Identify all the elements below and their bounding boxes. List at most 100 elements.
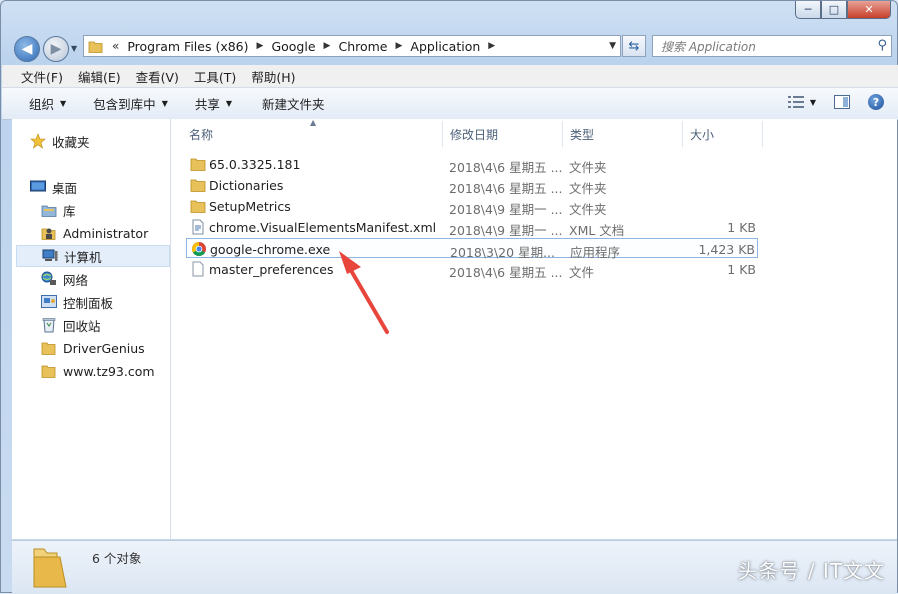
user-folder-icon bbox=[41, 225, 57, 241]
window-controls: ─ □ ✕ bbox=[795, 1, 891, 19]
organize-label: 组织 bbox=[29, 97, 55, 112]
back-button[interactable]: ◀ bbox=[14, 36, 40, 62]
nav-control-panel[interactable]: 控制面板 bbox=[41, 291, 170, 313]
menu-edit[interactable]: 编辑(E) bbox=[70, 67, 128, 86]
maximize-button[interactable]: □ bbox=[821, 1, 847, 19]
table-row[interactable]: master_preferences 2018\4\6 星期五 ... 文件 1… bbox=[186, 259, 758, 280]
file-name: master_preferences bbox=[209, 262, 334, 277]
table-row[interactable]: Dictionaries 2018\4\6 星期五 ... 文件夹 bbox=[186, 175, 758, 196]
nav-drivergenius[interactable]: DriverGenius bbox=[41, 337, 170, 359]
search-box[interactable]: ⚲ bbox=[652, 35, 892, 57]
file-list: ▲ 名称 修改日期 类型 大小 65.0.3325.181 2018\4\6 星… bbox=[171, 118, 897, 539]
details-view-icon bbox=[787, 96, 804, 108]
nav-label: DriverGenius bbox=[63, 340, 145, 356]
chevron-right-icon[interactable]: ▶ bbox=[257, 41, 264, 51]
table-row[interactable]: SetupMetrics 2018\4\9 星期一 ... 文件夹 bbox=[186, 196, 758, 217]
table-row[interactable]: 65.0.3325.181 2018\4\6 星期五 ... 文件夹 bbox=[186, 154, 758, 175]
breadcrumb-google[interactable]: Google bbox=[271, 39, 315, 54]
watermark: 头条号 / IT文文 bbox=[737, 559, 885, 583]
sort-ascending-icon: ▲ bbox=[310, 118, 317, 127]
chevron-right-icon[interactable]: ▶ bbox=[396, 41, 403, 51]
column-divider[interactable] bbox=[442, 121, 443, 147]
nav-administrator[interactable]: Administrator bbox=[41, 222, 170, 244]
file-date: 2018\4\6 星期五 ... bbox=[449, 181, 563, 196]
file-name: 65.0.3325.181 bbox=[209, 157, 301, 172]
breadcrumb-program-files[interactable]: Program Files (x86) bbox=[127, 39, 248, 54]
chevron-right-icon[interactable]: ▶ bbox=[324, 41, 331, 51]
nav-computer[interactable]: 计算机 bbox=[16, 245, 170, 267]
nav-tz93[interactable]: www.tz93.com bbox=[41, 360, 170, 382]
share-button[interactable]: 共享 ▼ bbox=[195, 94, 232, 113]
close-button[interactable]: ✕ bbox=[847, 1, 891, 19]
star-icon bbox=[30, 133, 46, 149]
file-name: chrome.VisualElementsManifest.xml bbox=[209, 220, 437, 235]
nav-desktop[interactable]: 桌面 bbox=[30, 176, 170, 198]
menu-view[interactable]: 查看(V) bbox=[128, 67, 186, 86]
table-row-selected[interactable]: google-chrome.exe 2018\3\20 星期... 应用程序 1… bbox=[186, 238, 758, 260]
folder-icon bbox=[190, 158, 206, 171]
file-size: 1 KB bbox=[727, 220, 756, 235]
refresh-button[interactable]: ⇆ bbox=[622, 35, 646, 57]
nav-label: www.tz93.com bbox=[63, 363, 155, 379]
address-bar[interactable]: « Program Files (x86) ▶ Google ▶ Chrome … bbox=[83, 35, 621, 57]
caret-down-icon: ▼ bbox=[161, 99, 168, 108]
column-type[interactable]: 类型 bbox=[570, 126, 594, 143]
search-icon[interactable]: ⚲ bbox=[877, 38, 887, 53]
nav-favorites[interactable]: 收藏夹 bbox=[30, 130, 170, 152]
breadcrumb: « Program Files (x86) ▶ Google ▶ Chrome … bbox=[104, 39, 503, 54]
breadcrumb-application[interactable]: Application bbox=[410, 39, 480, 54]
menu-help[interactable]: 帮助(H) bbox=[243, 67, 302, 86]
nav-label: 回收站 bbox=[63, 318, 101, 334]
caret-down-icon: ▼ bbox=[225, 99, 233, 108]
menu-file[interactable]: 文件(F) bbox=[2, 67, 70, 86]
file-name: Dictionaries bbox=[209, 178, 284, 193]
new-folder-button[interactable]: 新建文件夹 bbox=[262, 94, 325, 113]
address-history-dropdown[interactable]: ▼ bbox=[609, 41, 616, 51]
nav-network[interactable]: 网络 bbox=[41, 268, 170, 290]
column-size[interactable]: 大小 bbox=[690, 126, 714, 143]
forward-button[interactable]: ▶ bbox=[43, 36, 69, 62]
arrow-left-icon: ◀ bbox=[21, 41, 33, 57]
chevron-right-icon[interactable]: ▶ bbox=[488, 41, 495, 51]
computer-icon bbox=[42, 248, 58, 264]
breadcrumb-chrome[interactable]: Chrome bbox=[338, 39, 387, 54]
file-date: 2018\4\6 星期五 ... bbox=[449, 265, 563, 280]
network-icon bbox=[41, 271, 57, 287]
chrome-icon bbox=[192, 242, 206, 256]
new-folder-label: 新建文件夹 bbox=[262, 97, 325, 112]
organize-button[interactable]: 组织 ▼ bbox=[29, 94, 66, 113]
menu-tools[interactable]: 工具(T) bbox=[186, 67, 243, 86]
arrow-right-icon: ▶ bbox=[50, 41, 62, 57]
file-type: 文件 bbox=[569, 265, 595, 280]
caret-down-icon: ▼ bbox=[60, 99, 67, 108]
file-date: 2018\4\9 星期一 ... bbox=[449, 223, 563, 238]
nav-library[interactable]: 库 bbox=[41, 199, 170, 221]
nav-label: 桌面 bbox=[52, 180, 78, 196]
help-button[interactable]: ? bbox=[868, 94, 884, 110]
search-input[interactable] bbox=[659, 37, 863, 57]
file-date: 2018\4\9 星期一 ... bbox=[449, 202, 563, 217]
include-label: 包含到库中 bbox=[93, 97, 156, 112]
navigation-pane: 收藏夹 桌面 库 Administrator 计算机 网络 控制面板 回收站 D… bbox=[12, 119, 171, 539]
file-name: SetupMetrics bbox=[209, 199, 291, 214]
minimize-button[interactable]: ─ bbox=[795, 1, 821, 19]
table-row[interactable]: chrome.VisualElementsManifest.xml 2018\4… bbox=[186, 217, 758, 238]
file-type: 文件夹 bbox=[569, 181, 607, 196]
desktop-icon bbox=[30, 179, 46, 195]
preview-pane-button[interactable] bbox=[834, 95, 850, 109]
control-panel-icon bbox=[41, 294, 57, 310]
change-view-button[interactable]: ▼ bbox=[787, 96, 816, 108]
column-divider[interactable] bbox=[682, 121, 683, 147]
breadcrumb-overflow[interactable]: « bbox=[112, 39, 119, 53]
column-name[interactable]: 名称 bbox=[189, 126, 213, 143]
command-bar: 组织 ▼ 包含到库中 ▼ 共享 ▼ 新建文件夹 ▼ ? bbox=[2, 88, 898, 120]
xml-file-icon bbox=[192, 219, 204, 235]
column-divider[interactable] bbox=[762, 121, 763, 147]
nav-recycle-bin[interactable]: 回收站 bbox=[41, 314, 170, 336]
recent-pages-dropdown[interactable]: ▼ bbox=[71, 44, 77, 53]
column-date[interactable]: 修改日期 bbox=[450, 126, 498, 143]
include-in-library-button[interactable]: 包含到库中 ▼ bbox=[93, 94, 168, 113]
share-label: 共享 bbox=[194, 97, 220, 112]
folder-icon bbox=[190, 200, 206, 213]
column-divider[interactable] bbox=[562, 121, 563, 147]
